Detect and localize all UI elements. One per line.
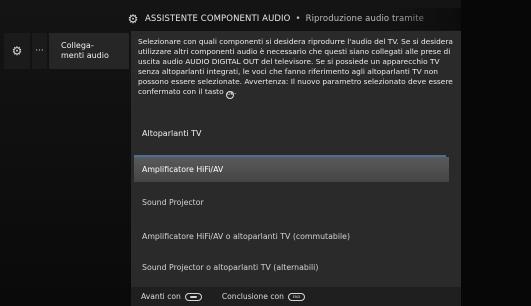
option-sound-projector-o-altoparlanti[interactable]: Sound Projector o altoparlanti TV (alter… <box>134 255 449 280</box>
end-key-text: END <box>292 294 301 299</box>
option-altoparlanti-tv[interactable]: Altoparlanti TV <box>134 121 449 146</box>
next-key-icon <box>184 292 202 301</box>
left-menu-label: Collega- menti audio <box>61 41 109 60</box>
option-label: Amplificatore HiFi/AV <box>142 165 224 174</box>
title-bar: ⚙ ASSISTENTE COMPONENTI AUDIO • Riproduz… <box>126 8 461 30</box>
option-label: Sound Projector <box>142 198 204 207</box>
main-panel: Selezionare con quali componenti si desi… <box>131 31 461 306</box>
settings-gear-icon: ⚙ <box>127 12 139 26</box>
description-period: . <box>233 86 237 96</box>
option-sound-projector[interactable]: Sound Projector <box>134 190 449 215</box>
title-separator: • <box>295 14 301 24</box>
end-hint-label: Conclusione con <box>221 292 284 301</box>
settings-gear-icon: ⚙ <box>11 44 23 58</box>
tv-menu-screen: ⚙ ASSISTENTE COMPONENTI AUDIO • Riproduz… <box>0 0 531 306</box>
left-audio-connections-tab[interactable]: Collega- menti audio <box>49 33 129 69</box>
end-key-icon: END <box>287 292 305 301</box>
next-hint-label: Avanti con <box>141 292 181 301</box>
option-amplificatore-hifi-av[interactable]: Amplificatore HiFi/AV <box>134 157 449 182</box>
option-label: Sound Projector o altoparlanti TV (alter… <box>142 263 319 272</box>
description-text: Selezionare con quali componenti si desi… <box>138 37 456 99</box>
left-settings-tab[interactable]: ⚙ <box>4 33 30 69</box>
next-key-icon-bar <box>189 295 197 298</box>
ok-key-icon: OK <box>225 90 234 99</box>
option-label: Altoparlanti TV <box>142 129 202 138</box>
left-menu: ⚙ ··· Collega- menti audio <box>0 33 131 69</box>
title-main: ASSISTENTE COMPONENTI AUDIO <box>145 14 291 24</box>
option-label: Amplificatore HiFi/AV o altoparlanti TV … <box>142 232 351 241</box>
right-dark-strip <box>461 0 531 306</box>
footer-hints: Avanti con Conclusione con END <box>131 287 461 306</box>
description-body: Selezionare con quali componenti si desi… <box>138 37 453 96</box>
title-fade <box>391 8 461 30</box>
option-amplificatore-o-altoparlanti[interactable]: Amplificatore HiFi/AV o altoparlanti TV … <box>134 224 449 249</box>
left-more-tab[interactable]: ··· <box>32 33 47 69</box>
ellipsis-icon: ··· <box>35 46 44 56</box>
